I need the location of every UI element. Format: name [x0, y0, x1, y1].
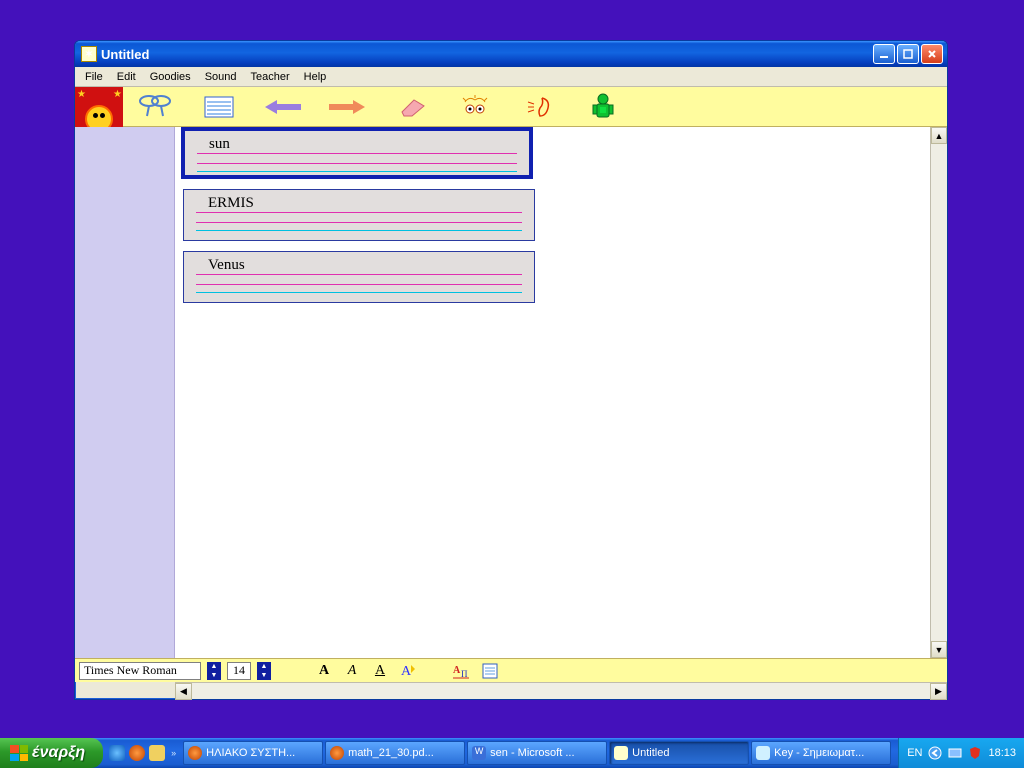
color-icon: A [399, 662, 417, 680]
task-button[interactable]: math_21_30.pd... [325, 741, 465, 765]
svg-text:A: A [453, 665, 461, 676]
ear-icon [524, 94, 554, 120]
ql-expand-icon[interactable]: » [171, 748, 176, 758]
menu-help[interactable]: Help [298, 69, 333, 85]
maximize-icon [903, 49, 913, 59]
windows-icon [10, 745, 28, 761]
underline-button[interactable]: A [369, 662, 391, 680]
link-icon [137, 94, 173, 120]
scroll-right-button[interactable]: ▶ [930, 683, 947, 700]
card-ermis[interactable]: ERMIS [183, 189, 535, 241]
task-button[interactable]: Key - Σημειωματ... [751, 741, 891, 765]
font-selector[interactable]: Times New Roman [79, 662, 201, 680]
left-panel [75, 127, 175, 658]
close-button[interactable] [921, 44, 943, 64]
task-button[interactable]: ΗΛΙΑΚΟ ΣΥΣΤΗ... [183, 741, 323, 765]
firefox-icon [188, 746, 202, 760]
status-bar: Times New Roman ▲▼ 14 ▲▼ A A A A AΠ [75, 658, 947, 682]
firefox-icon [330, 746, 344, 760]
menu-goodies[interactable]: Goodies [144, 69, 197, 85]
language-indicator[interactable]: EN [907, 747, 922, 759]
task-button-active[interactable]: Untitled [609, 741, 749, 765]
start-button[interactable]: έναρξη [0, 738, 103, 768]
word-icon: W [472, 746, 486, 760]
taskbar: έναρξη » ΗΛΙΑΚΟ ΣΥΣΤΗ... math_21_30.pd..… [0, 738, 1024, 768]
tool-link[interactable] [123, 87, 187, 127]
card-text[interactable]: ERMIS [196, 196, 522, 213]
task-label: Untitled [632, 747, 669, 759]
ql-ie-icon[interactable] [109, 745, 125, 761]
arrow-left-icon [263, 98, 303, 116]
format-button[interactable]: AΠ [451, 662, 473, 680]
scroll-down-button[interactable]: ▼ [931, 641, 947, 658]
quick-launch: » [109, 745, 176, 761]
start-label: έναρξη [32, 744, 85, 762]
menu-teacher[interactable]: Teacher [245, 69, 296, 85]
task-label: math_21_30.pd... [348, 747, 434, 759]
clock[interactable]: 18:13 [988, 747, 1016, 759]
card-sun[interactable]: sun [181, 127, 533, 179]
size-spinner[interactable]: ▲▼ [257, 662, 271, 680]
person-icon [592, 93, 614, 121]
eraser-icon [396, 96, 426, 118]
eyes-icon [459, 94, 491, 120]
canvas[interactable]: sun ERMIS Venus [175, 127, 930, 658]
ql-folder-icon[interactable] [149, 745, 165, 761]
svg-text:A: A [401, 664, 412, 679]
application-window: ✶ Untitled File Edit Goodies Sound Teach… [74, 40, 948, 700]
system-tray: EN 18:13 [898, 738, 1024, 768]
tool-listen[interactable] [507, 87, 571, 127]
task-label: Key - Σημειωματ... [774, 747, 864, 759]
page-icon [482, 663, 498, 679]
scroll-track-h[interactable] [192, 683, 930, 699]
horizontal-scrollbar[interactable]: ◀ ▶ [175, 682, 947, 699]
notepad-icon [756, 746, 770, 760]
tray-arrow-icon[interactable] [928, 746, 942, 760]
tool-eraser[interactable] [379, 87, 443, 127]
content-area: sun ERMIS Venus ▲ ▼ [75, 127, 947, 658]
menubar: File Edit Goodies Sound Teacher Help [75, 67, 947, 87]
size-selector[interactable]: 14 [227, 662, 251, 680]
tray-shield-icon[interactable] [968, 746, 982, 760]
color-button[interactable]: A [397, 662, 419, 680]
vertical-scrollbar[interactable]: ▲ ▼ [930, 127, 947, 658]
toolbar: ★ ★ [75, 87, 947, 127]
card-text[interactable]: Venus [196, 258, 522, 275]
minimize-icon [879, 49, 889, 59]
scroll-track[interactable] [931, 144, 947, 641]
tool-next[interactable] [315, 87, 379, 127]
scroll-left-button[interactable]: ◀ [175, 683, 192, 700]
page-button[interactable] [479, 662, 501, 680]
menu-file[interactable]: File [79, 69, 109, 85]
arrow-right-icon [327, 98, 367, 116]
italic-button[interactable]: A [341, 662, 363, 680]
task-button[interactable]: W sen - Microsoft ... [467, 741, 607, 765]
maximize-button[interactable] [897, 44, 919, 64]
scroll-up-button[interactable]: ▲ [931, 127, 947, 144]
menu-sound[interactable]: Sound [199, 69, 243, 85]
task-label: ΗΛΙΑΚΟ ΣΥΣΤΗ... [206, 747, 295, 759]
task-label: sen - Microsoft ... [490, 747, 574, 759]
tool-person[interactable] [571, 87, 635, 127]
card-venus[interactable]: Venus [183, 251, 535, 303]
card-icon [204, 96, 234, 118]
card-text[interactable]: sun [197, 137, 517, 154]
titlebar[interactable]: ✶ Untitled [75, 41, 947, 67]
close-icon [927, 49, 937, 59]
format-icon: AΠ [453, 663, 471, 679]
bold-button[interactable]: A [313, 662, 335, 680]
ql-firefox-icon[interactable] [129, 745, 145, 761]
tool-previous[interactable] [251, 87, 315, 127]
window-title: Untitled [101, 47, 873, 62]
font-spinner[interactable]: ▲▼ [207, 662, 221, 680]
tool-card[interactable] [187, 87, 251, 127]
app-icon [614, 746, 628, 760]
app-icon: ✶ [81, 46, 97, 62]
tool-look[interactable] [443, 87, 507, 127]
minimize-button[interactable] [873, 44, 895, 64]
menu-edit[interactable]: Edit [111, 69, 142, 85]
tray-display-icon[interactable] [948, 746, 962, 760]
app-logo: ★ ★ [75, 87, 123, 127]
